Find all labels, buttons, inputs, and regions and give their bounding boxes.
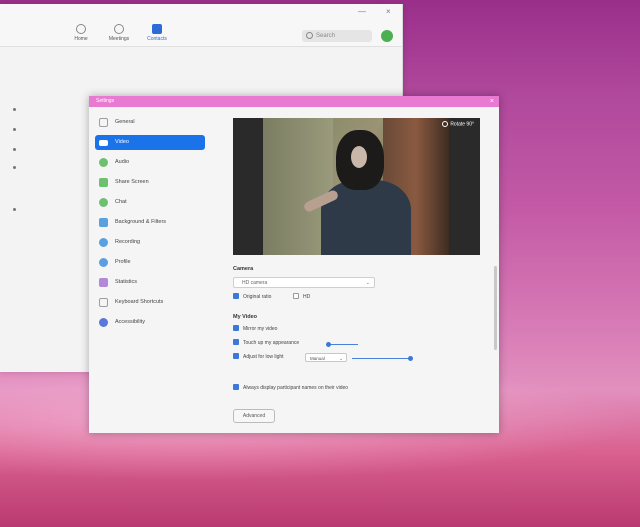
nav-contacts-label: Contacts — [147, 36, 167, 42]
rotate-button[interactable]: Rotate 90° — [442, 121, 474, 127]
sidebar-item-profile[interactable]: Profile — [95, 255, 205, 270]
touch-up-slider-handle[interactable] — [326, 341, 331, 347]
always-display-names-option[interactable]: Always display participant names on thei… — [233, 383, 349, 393]
camera-select-value: HD camera — [242, 280, 268, 286]
sidebar-item-statistics[interactable]: Statistics — [95, 275, 205, 290]
hd-label: HD — [303, 294, 311, 300]
mirror-label: Mirror my video — [243, 326, 278, 332]
minimize-button[interactable]: — — [358, 7, 366, 16]
nav-contacts[interactable]: Contacts — [140, 24, 174, 42]
contact-dot — [13, 128, 16, 131]
mirror-checkbox[interactable] — [233, 324, 239, 331]
mirror-option[interactable]: Mirror my video — [233, 324, 278, 334]
chevron-down-icon: ⌄ — [339, 356, 343, 361]
contact-dot — [13, 148, 16, 151]
touch-up-label: Touch up my appearance — [243, 340, 300, 346]
gear-icon — [99, 118, 108, 127]
share-screen-icon — [99, 178, 108, 187]
sidebar-item-audio[interactable]: Audio — [95, 155, 205, 170]
original-ratio-label: Original ratio — [243, 294, 272, 300]
touch-up-option[interactable]: Touch up my appearance — [233, 338, 300, 348]
search-icon — [306, 32, 313, 39]
chat-icon — [99, 198, 108, 207]
sidebar-item-background-filters[interactable]: Background & Filters — [95, 215, 205, 230]
contact-dot — [13, 108, 16, 111]
sidebar-item-video[interactable]: Video — [95, 135, 205, 150]
settings-close-button[interactable]: × — [490, 96, 494, 107]
main-topbar: — × Home Meetings Contacts Search — [0, 4, 402, 47]
video-icon — [99, 139, 108, 146]
search-placeholder: Search — [316, 33, 336, 39]
hd-option[interactable]: HD — [293, 292, 311, 302]
sidebar-item-recording[interactable]: Recording — [95, 235, 205, 250]
video-preview: Rotate 90° — [233, 118, 480, 255]
camera-feed — [263, 118, 449, 255]
clock-icon — [114, 24, 124, 34]
avatar[interactable] — [381, 30, 393, 42]
low-light-label: Adjust for low light — [243, 354, 284, 360]
contact-dot — [13, 208, 16, 211]
close-button[interactable]: × — [386, 7, 391, 16]
touch-up-checkbox[interactable] — [233, 338, 239, 345]
recording-icon — [99, 238, 108, 247]
settings-window: Settings × General Video Audio Share Scr… — [89, 96, 499, 433]
original-ratio-option[interactable]: Original ratio — [233, 292, 272, 302]
sidebar-item-keyboard-shortcuts[interactable]: Keyboard Shortcuts — [95, 295, 205, 310]
touch-up-slider[interactable] — [328, 344, 358, 345]
camera-label: Camera — [233, 266, 254, 272]
rotate-icon — [442, 121, 449, 127]
background-icon — [99, 218, 108, 227]
settings-title: Settings — [96, 98, 115, 104]
contacts-icon — [152, 24, 162, 34]
nav-home[interactable]: Home — [64, 24, 98, 42]
sidebar-item-chat[interactable]: Chat — [95, 195, 205, 210]
always-display-names-label: Always display participant names on thei… — [243, 385, 349, 391]
contact-dot — [13, 166, 16, 169]
nav-meetings[interactable]: Meetings — [102, 24, 136, 42]
chevron-down-icon: ⌄ — [365, 280, 370, 286]
statistics-icon — [99, 278, 108, 287]
low-light-checkbox[interactable] — [233, 352, 239, 359]
low-light-mode-select[interactable]: Manual ⌄ — [305, 353, 347, 362]
scrollbar[interactable] — [494, 266, 497, 350]
search-input[interactable]: Search — [302, 30, 372, 42]
advanced-button[interactable]: Advanced — [233, 409, 275, 423]
camera-select[interactable]: HD camera ⌄ — [233, 277, 375, 288]
headphones-icon — [99, 158, 108, 167]
always-display-names-checkbox[interactable] — [233, 383, 239, 390]
accessibility-icon — [99, 318, 108, 327]
home-icon — [76, 24, 86, 34]
rotate-label: Rotate 90° — [450, 121, 474, 128]
nav-home-label: Home — [74, 36, 88, 42]
profile-icon — [99, 258, 108, 267]
low-light-slider[interactable] — [352, 358, 410, 359]
hd-checkbox[interactable] — [293, 292, 299, 299]
settings-sidebar: General Video Audio Share Screen Chat Ba… — [89, 107, 219, 433]
sidebar-item-general[interactable]: General — [95, 115, 205, 130]
preview-person-face — [351, 146, 367, 168]
sidebar-item-share-screen[interactable]: Share Screen — [95, 175, 205, 190]
keyboard-icon — [99, 298, 108, 307]
nav-meetings-label: Meetings — [108, 36, 130, 42]
low-light-mode-value: Manual — [310, 356, 325, 361]
sidebar-item-accessibility[interactable]: Accessibility — [95, 315, 205, 330]
original-ratio-checkbox[interactable] — [233, 292, 239, 299]
low-light-option[interactable]: Adjust for low light — [233, 352, 284, 362]
low-light-slider-handle[interactable] — [408, 355, 413, 361]
my-video-label: My Video — [233, 314, 258, 320]
settings-titlebar: Settings × — [89, 96, 499, 107]
